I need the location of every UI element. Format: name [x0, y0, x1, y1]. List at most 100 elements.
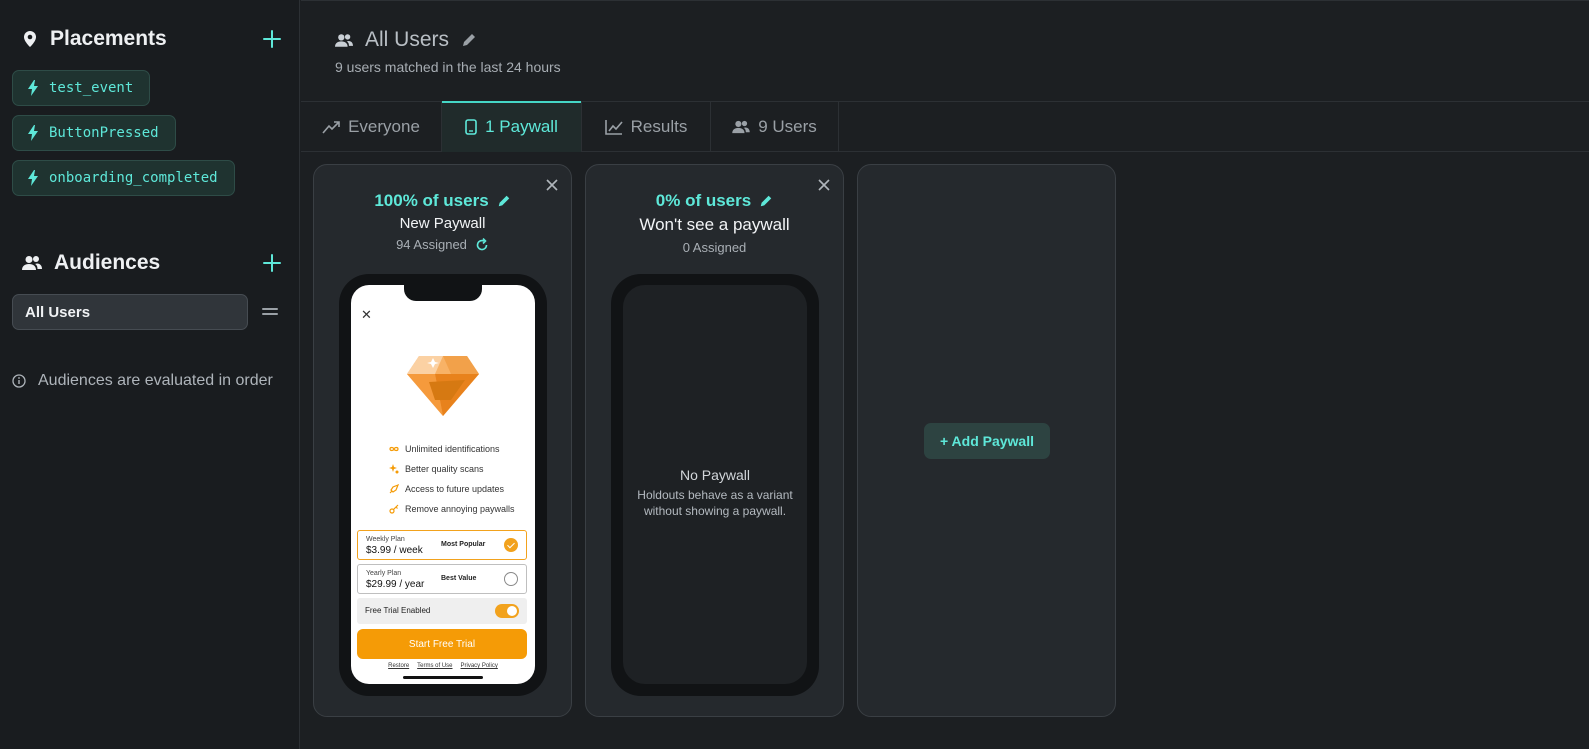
phone-notch	[404, 285, 482, 301]
paywall-screen: ✕ Unlimited identifications Better quali…	[351, 285, 535, 684]
add-paywall-card: + Add Paywall	[857, 164, 1116, 717]
plan-badge: Most Popular	[441, 541, 486, 548]
users-icon	[335, 33, 353, 47]
add-paywall-label: + Add Paywall	[939, 433, 1034, 449]
tab-label: Everyone	[348, 117, 420, 136]
no-paywall-title: No Paywall	[679, 467, 751, 483]
plan-name: Weekly Plan	[366, 536, 405, 543]
tab-users[interactable]: 9 Users	[711, 102, 839, 152]
plan-badge: Best Value	[441, 575, 477, 582]
bolt-icon	[28, 170, 38, 186]
users-icon	[22, 256, 42, 270]
feature-text: Better quality scans	[405, 464, 484, 474]
placement-item-test-event[interactable]: test_event	[12, 70, 151, 106]
add-audience-icon[interactable]	[260, 251, 284, 275]
placements-title: Placements	[50, 27, 167, 50]
feature-item: Remove annoying paywalls	[389, 504, 515, 514]
pencil-icon[interactable]	[461, 32, 477, 48]
feature-item: Access to future updates	[389, 484, 504, 494]
drag-handle-icon[interactable]	[262, 305, 278, 319]
tab-label: 1 Paywall	[485, 117, 558, 136]
paywall-name: Won't see a paywall	[639, 215, 790, 234]
privacy-link[interactable]: Privacy Policy	[461, 663, 498, 669]
sidebar: Placements test_event ButtonPressed onbo…	[0, 0, 300, 749]
free-trial-toggle[interactable]	[495, 604, 519, 618]
audience-item-all-users[interactable]: All Users	[12, 294, 248, 330]
pencil-icon[interactable]	[497, 194, 511, 208]
infinity-icon	[389, 446, 399, 452]
legal-links: Restore Terms of Use Privacy Policy	[351, 663, 535, 669]
close-icon[interactable]: ✕	[361, 307, 372, 323]
tab-paywall[interactable]: 1 Paywall	[442, 101, 582, 152]
audience-label: All Users	[25, 303, 91, 321]
chart-icon	[604, 120, 623, 135]
allocation-row: 100% of users	[314, 189, 571, 213]
tab-label: Results	[630, 117, 688, 136]
page-title-row: All Users	[335, 25, 477, 55]
tab-results[interactable]: Results	[582, 102, 711, 152]
add-paywall-button[interactable]: + Add Paywall	[924, 423, 1050, 459]
plan-option-yearly[interactable]: Yearly Plan $29.99 / year Best Value	[357, 564, 527, 594]
allocation-percent: 0% of users	[655, 191, 752, 210]
placement-label: ButtonPressed	[49, 125, 159, 141]
users-icon	[732, 120, 750, 134]
home-indicator	[403, 676, 483, 679]
diamond-icon	[407, 356, 479, 416]
feature-item: Better quality scans	[389, 464, 484, 474]
plan-option-weekly[interactable]: Weekly Plan $3.99 / week Most Popular	[357, 530, 527, 560]
split-icon	[322, 121, 340, 134]
feature-text: Remove annoying paywalls	[405, 504, 515, 514]
restore-link[interactable]: Restore	[388, 663, 409, 669]
page-subtitle: 9 users matched in the last 24 hours	[335, 59, 561, 75]
feature-text: Access to future updates	[405, 484, 505, 494]
radio-icon	[504, 572, 518, 586]
check-icon	[504, 538, 518, 552]
pencil-icon[interactable]	[759, 194, 773, 208]
phone-icon	[465, 119, 477, 135]
assigned-count: 0 Assigned	[682, 240, 747, 255]
assigned-count: 94 Assigned	[396, 237, 467, 252]
audiences-info-text: Audiences are evaluated in order	[38, 372, 273, 389]
free-trial-row: Free Trial Enabled	[357, 598, 527, 624]
placement-item-onboarding-completed[interactable]: onboarding_completed	[12, 160, 235, 196]
placements-header: Placements	[22, 24, 284, 54]
feature-text: Unlimited identifications	[405, 444, 500, 454]
add-placement-icon[interactable]	[260, 27, 284, 51]
refresh-icon[interactable]	[475, 237, 489, 252]
bolt-icon	[28, 80, 38, 96]
free-trial-label: Free Trial Enabled	[365, 606, 431, 615]
phone-preview[interactable]: ✕ Unlimited identifications Better quali…	[339, 274, 547, 696]
tab-everyone[interactable]: Everyone	[301, 102, 442, 152]
audiences-header: Audiences	[22, 248, 284, 278]
sparkle-icon	[389, 464, 399, 474]
allocation-percent: 100% of users	[374, 191, 489, 210]
phone-preview-empty: No Paywall Holdouts behave as a variant …	[611, 274, 819, 696]
tab-label: 9 Users	[758, 117, 817, 136]
tab-bar: Everyone 1 Paywall Results 9 Users	[301, 101, 1589, 152]
bolt-icon	[28, 125, 38, 141]
terms-link[interactable]: Terms of Use	[417, 663, 452, 669]
plan-price: $29.99 / year	[366, 579, 425, 590]
key-icon	[389, 504, 399, 514]
paywall-card-new-paywall: 100% of users New Paywall 94 Assigned ✕	[313, 164, 572, 717]
plan-name: Yearly Plan	[366, 570, 402, 577]
assigned-row: 94 Assigned	[314, 237, 571, 252]
placement-label: onboarding_completed	[49, 170, 218, 186]
info-icon	[12, 374, 26, 388]
feature-item: Unlimited identifications	[389, 444, 500, 454]
no-paywall-description: Holdouts behave as a variant without sho…	[637, 488, 793, 518]
page-title: All Users	[365, 28, 450, 51]
page-header: All Users 9 users matched in the last 24…	[301, 0, 1589, 102]
empty-screen: No Paywall Holdouts behave as a variant …	[623, 285, 807, 684]
placement-label: test_event	[49, 80, 134, 96]
assigned-row: 0 Assigned	[586, 240, 843, 255]
plan-price: $3.99 / week	[366, 545, 423, 556]
paywall-card-holdout: 0% of users Won't see a paywall 0 Assign…	[585, 164, 844, 717]
placement-item-buttonpressed[interactable]: ButtonPressed	[12, 115, 176, 151]
audiences-info: Audiences are evaluated in order	[12, 369, 273, 393]
rocket-icon	[389, 484, 399, 494]
paywall-name: New Paywall	[399, 215, 486, 232]
start-trial-button[interactable]: Start Free Trial	[357, 629, 527, 659]
audiences-title: Audiences	[54, 251, 161, 274]
location-pin-icon	[24, 31, 36, 47]
